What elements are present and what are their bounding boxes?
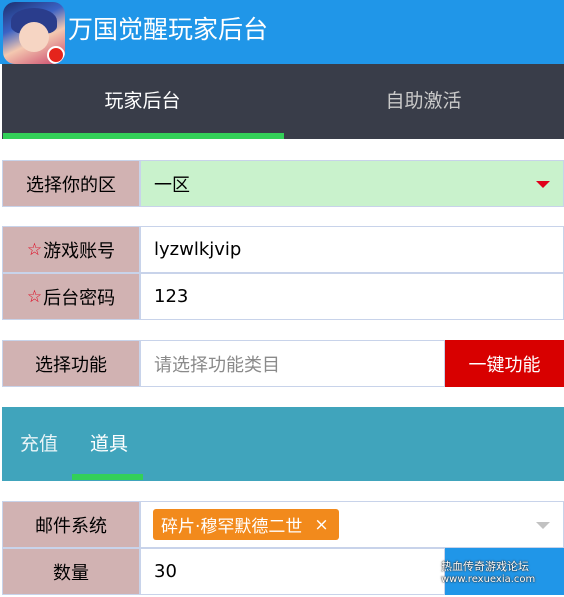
app-header: 万国觉醒玩家后台 xyxy=(0,0,564,64)
zone-select[interactable]: 一区 xyxy=(140,160,564,207)
mail-row: 邮件系统 碎片·穆罕默德二世 × xyxy=(2,501,564,548)
function-row: 选择功能 请选择功能类目 一键功能 xyxy=(2,340,564,387)
required-star-icon: ☆ xyxy=(26,239,43,260)
top-nav: 玩家后台 自助激活 xyxy=(2,64,564,139)
chevron-down-icon xyxy=(536,181,550,188)
selected-item-tag: 碎片·穆罕默德二世 × xyxy=(153,509,339,540)
selected-item-tag-label: 碎片·穆罕默德二世 xyxy=(161,517,303,537)
account-row: ☆ 游戏账号 lyzwlkjvip xyxy=(2,226,564,273)
logo-face xyxy=(19,22,49,52)
account-input[interactable]: lyzwlkjvip xyxy=(140,226,564,273)
active-subtab-indicator xyxy=(72,474,143,480)
account-label-text: 游戏账号 xyxy=(43,240,116,262)
function-label-text: 选择功能 xyxy=(35,354,107,376)
chevron-down-icon xyxy=(536,522,550,529)
function-select-placeholder: 请选择功能类目 xyxy=(154,354,280,376)
zone-label-text: 选择你的区 xyxy=(26,174,116,196)
mail-label-text: 邮件系统 xyxy=(35,515,107,537)
close-icon[interactable]: × xyxy=(314,515,328,535)
one-click-function-button[interactable]: 一键功能 xyxy=(445,340,564,387)
watermark-line1: 热血传奇游戏论坛 xyxy=(441,560,529,573)
sub-tabs: 充值 道具 xyxy=(2,407,564,481)
required-star-icon: ☆ xyxy=(26,286,43,307)
zone-row: 选择你的区 一区 xyxy=(2,160,564,207)
zone-select-value: 一区 xyxy=(154,174,190,196)
app-logo xyxy=(3,2,65,64)
mail-label: 邮件系统 xyxy=(2,501,140,548)
account-input-value: lyzwlkjvip xyxy=(154,239,242,260)
zone-label: 选择你的区 xyxy=(2,160,140,207)
active-tab-indicator xyxy=(3,133,284,139)
password-row: ☆ 后台密码 123 xyxy=(2,273,564,320)
tab-recharge[interactable]: 充值 xyxy=(20,430,58,458)
password-input[interactable]: 123 xyxy=(140,273,564,320)
watermark-line2: www.rexuexia.com xyxy=(441,574,536,585)
password-label: ☆ 后台密码 xyxy=(2,273,140,320)
tab-player-backend[interactable]: 玩家后台 xyxy=(2,64,283,139)
password-label-text: 后台密码 xyxy=(43,287,116,309)
tab-items[interactable]: 道具 xyxy=(90,430,128,458)
quantity-label: 数量 xyxy=(2,548,140,595)
function-label: 选择功能 xyxy=(2,340,140,387)
quantity-input[interactable]: 30 xyxy=(140,548,445,595)
function-select[interactable]: 请选择功能类目 xyxy=(140,340,445,387)
quantity-label-text: 数量 xyxy=(53,562,89,584)
tab-self-activation[interactable]: 自助激活 xyxy=(283,64,564,139)
logo-badge-icon xyxy=(47,46,65,64)
mail-item-select[interactable]: 碎片·穆罕默德二世 × xyxy=(140,501,564,548)
quantity-input-value: 30 xyxy=(154,561,177,582)
password-input-value: 123 xyxy=(154,286,189,307)
page-title: 万国觉醒玩家后台 xyxy=(68,15,269,44)
account-label: ☆ 游戏账号 xyxy=(2,226,140,273)
watermark: 热血传奇游戏论坛 www.rexuexia.com xyxy=(441,560,535,586)
